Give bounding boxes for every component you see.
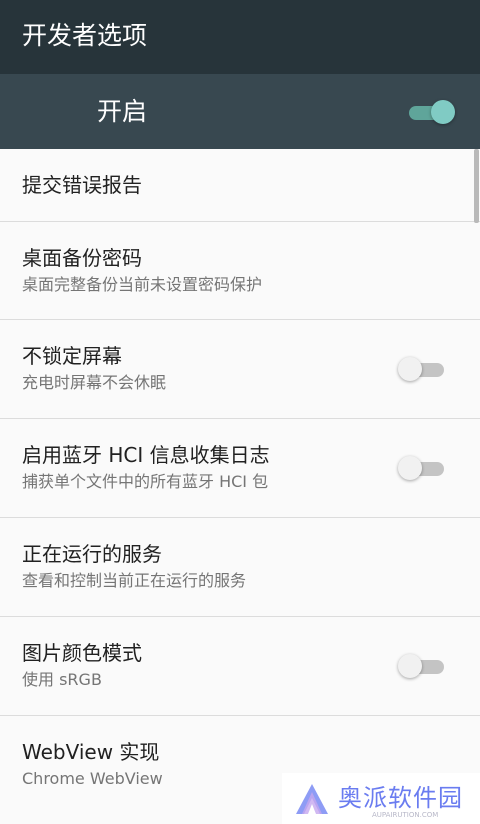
master-toggle-switch[interactable] (409, 100, 455, 124)
list-item-stay-awake[interactable]: 不锁定屏幕 充电时屏幕不会休眠 (0, 320, 480, 419)
list-item-running-services[interactable]: 正在运行的服务 查看和控制当前正在运行的服务 (0, 518, 480, 617)
item-subtitle: 充电时屏幕不会休眠 (22, 373, 167, 392)
switch-thumb (398, 456, 422, 480)
page-title: 开发者选项 (22, 21, 148, 50)
item-title: 启用蓝牙 HCI 信息收集日志 (22, 443, 270, 467)
item-title: 正在运行的服务 (22, 542, 162, 566)
scrollbar[interactable] (474, 149, 479, 223)
stay-awake-toggle[interactable] (398, 357, 446, 381)
item-title: 桌面备份密码 (22, 246, 142, 270)
watermark-triangle-icon (296, 784, 328, 814)
switch-thumb (431, 100, 455, 124)
switch-thumb (398, 654, 422, 678)
watermark-logo: 奥派软件园 AUPAIRUTION.COM (282, 773, 480, 824)
item-subtitle: Chrome WebView (22, 769, 163, 788)
item-title: WebView 实现 (22, 740, 160, 764)
watermark-text: 奥派软件园 (338, 784, 463, 812)
item-subtitle: 使用 sRGB (22, 670, 102, 689)
item-subtitle: 查看和控制当前正在运行的服务 (22, 571, 247, 590)
color-mode-toggle[interactable] (398, 654, 446, 678)
list-item-bluetooth-hci-log[interactable]: 启用蓝牙 HCI 信息收集日志 捕获单个文件中的所有蓝牙 HCI 包 (0, 419, 480, 518)
bluetooth-hci-toggle[interactable] (398, 456, 446, 480)
item-subtitle: 桌面完整备份当前未设置密码保护 (22, 275, 263, 294)
watermark-subtext: AUPAIRUTION.COM (372, 811, 439, 819)
app-bar: 开发者选项 (0, 0, 480, 74)
list-item-picture-color-mode[interactable]: 图片颜色模式 使用 sRGB (0, 617, 480, 716)
item-subtitle: 捕获单个文件中的所有蓝牙 HCI 包 (22, 472, 269, 491)
item-title: 提交错误报告 (22, 173, 142, 197)
list-item-backup-password[interactable]: 桌面备份密码 桌面完整备份当前未设置密码保护 (0, 222, 480, 320)
master-switch-bar[interactable]: 开启 (0, 74, 480, 149)
master-switch-label: 开启 (97, 97, 148, 126)
item-title: 不锁定屏幕 (22, 344, 122, 368)
switch-thumb (398, 357, 422, 381)
list-item-bug-report[interactable]: 提交错误报告 (0, 149, 480, 222)
item-title: 图片颜色模式 (22, 641, 142, 665)
